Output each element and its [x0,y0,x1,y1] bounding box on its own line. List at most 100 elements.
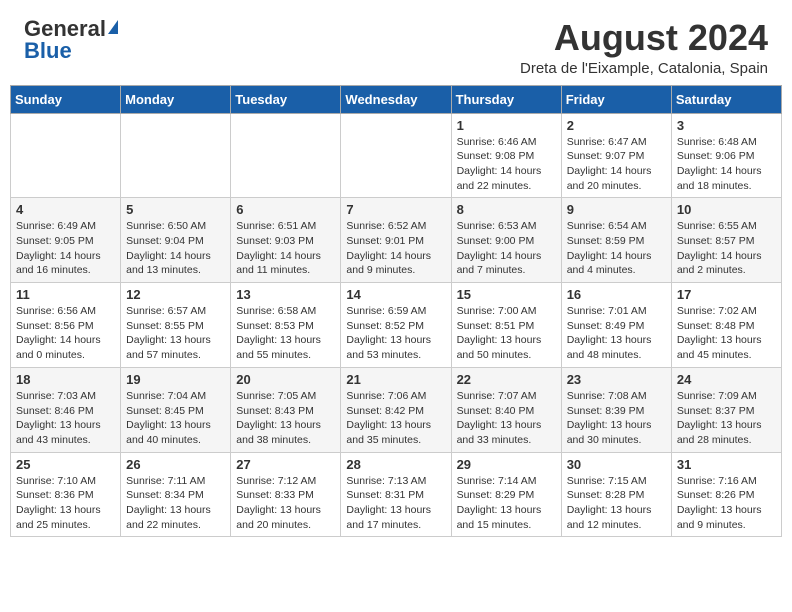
day-number: 1 [457,118,556,133]
calendar-day-cell: 14 Sunrise: 6:59 AM Sunset: 8:52 PM Dayli… [341,283,451,368]
calendar-day-cell: 21Sunrise: 7:06 AM Sunset: 8:42 PM Dayli… [341,367,451,452]
calendar-day-cell: 25 Sunrise: 7:10 AM Sunset: 8:36 PM Dayli… [11,452,121,537]
day-info: Sunrise: 6:48 AM Sunset: 9:06 PM Dayligh… [677,135,776,194]
day-info: Sunrise: 7:00 AM Sunset: 8:51 PM Dayligh… [457,304,556,363]
logo-blue-text: Blue [24,40,72,62]
calendar-day-cell: 13 Sunrise: 6:58 AM Sunset: 8:53 PM Dayli… [231,283,341,368]
logo-general-text: General [24,18,106,40]
weekday-header-sunday: Sunday [11,85,121,113]
day-number: 25 [16,457,115,472]
weekday-header-row: SundayMondayTuesdayWednesdayThursdayFrid… [11,85,782,113]
day-number: 13 [236,287,335,302]
day-info: Sunrise: 7:01 AM Sunset: 8:49 PM Dayligh… [567,304,666,363]
day-number: 19 [126,372,225,387]
page-header: General Blue August 2024 Dreta de l'Eixa… [0,0,792,85]
day-info: Sunrise: 7:02 AM Sunset: 8:48 PM Dayligh… [677,304,776,363]
day-number: 2 [567,118,666,133]
day-number: 8 [457,202,556,217]
day-info: Sunrise: 6:58 AM Sunset: 8:53 PM Dayligh… [236,304,335,363]
day-info: Sunrise: 7:15 AM Sunset: 8:28 PM Dayligh… [567,474,666,533]
calendar-day-cell: 11Sunrise: 6:56 AM Sunset: 8:56 PM Dayli… [11,283,121,368]
day-number: 4 [16,202,115,217]
day-info: Sunrise: 6:52 AM Sunset: 9:01 PM Dayligh… [346,219,445,278]
day-number: 31 [677,457,776,472]
month-title: August 2024 [520,18,768,58]
weekday-header-saturday: Saturday [671,85,781,113]
calendar-day-cell: 12Sunrise: 6:57 AM Sunset: 8:55 PM Dayli… [121,283,231,368]
day-number: 14 [346,287,445,302]
day-number: 10 [677,202,776,217]
day-number: 24 [677,372,776,387]
day-number: 17 [677,287,776,302]
calendar-day-cell: 4 Sunrise: 6:49 AM Sunset: 9:05 PM Daylig… [11,198,121,283]
day-number: 29 [457,457,556,472]
weekday-header-thursday: Thursday [451,85,561,113]
calendar-day-cell: 6Sunrise: 6:51 AM Sunset: 9:03 PM Daylig… [231,198,341,283]
logo-triangle-icon [108,20,118,34]
calendar-day-cell: 8 Sunrise: 6:53 AM Sunset: 9:00 PM Daylig… [451,198,561,283]
day-info: Sunrise: 7:11 AM Sunset: 8:34 PM Dayligh… [126,474,225,533]
day-number: 26 [126,457,225,472]
day-info: Sunrise: 6:53 AM Sunset: 9:00 PM Dayligh… [457,219,556,278]
calendar-day-cell: 24 Sunrise: 7:09 AM Sunset: 8:37 PM Dayli… [671,367,781,452]
calendar-day-cell: 20Sunrise: 7:05 AM Sunset: 8:43 PM Dayli… [231,367,341,452]
calendar-day-cell: 29 Sunrise: 7:14 AM Sunset: 8:29 PM Dayli… [451,452,561,537]
day-info: Sunrise: 7:16 AM Sunset: 8:26 PM Dayligh… [677,474,776,533]
weekday-header-tuesday: Tuesday [231,85,341,113]
day-number: 16 [567,287,666,302]
day-info: Sunrise: 7:12 AM Sunset: 8:33 PM Dayligh… [236,474,335,533]
calendar-day-cell: 16 Sunrise: 7:01 AM Sunset: 8:49 PM Dayli… [561,283,671,368]
day-number: 22 [457,372,556,387]
day-info: Sunrise: 6:56 AM Sunset: 8:56 PM Dayligh… [16,304,115,363]
weekday-header-monday: Monday [121,85,231,113]
day-info: Sunrise: 7:07 AM Sunset: 8:40 PM Dayligh… [457,389,556,448]
day-info: Sunrise: 7:14 AM Sunset: 8:29 PM Dayligh… [457,474,556,533]
calendar-day-cell: 23Sunrise: 7:08 AM Sunset: 8:39 PM Dayli… [561,367,671,452]
calendar-day-cell [121,113,231,198]
day-info: Sunrise: 6:50 AM Sunset: 9:04 PM Dayligh… [126,219,225,278]
day-info: Sunrise: 6:59 AM Sunset: 8:52 PM Dayligh… [346,304,445,363]
calendar-day-cell: 28 Sunrise: 7:13 AM Sunset: 8:31 PM Dayli… [341,452,451,537]
calendar-week-row: 11Sunrise: 6:56 AM Sunset: 8:56 PM Dayli… [11,283,782,368]
day-number: 28 [346,457,445,472]
calendar-day-cell: 18 Sunrise: 7:03 AM Sunset: 8:46 PM Dayli… [11,367,121,452]
day-number: 9 [567,202,666,217]
day-info: Sunrise: 6:47 AM Sunset: 9:07 PM Dayligh… [567,135,666,194]
day-info: Sunrise: 6:55 AM Sunset: 8:57 PM Dayligh… [677,219,776,278]
calendar-header: SundayMondayTuesdayWednesdayThursdayFrid… [11,85,782,113]
calendar-day-cell: 2 Sunrise: 6:47 AM Sunset: 9:07 PM Daylig… [561,113,671,198]
calendar-day-cell: 15 Sunrise: 7:00 AM Sunset: 8:51 PM Dayli… [451,283,561,368]
calendar-day-cell: 30 Sunrise: 7:15 AM Sunset: 8:28 PM Dayli… [561,452,671,537]
day-info: Sunrise: 7:13 AM Sunset: 8:31 PM Dayligh… [346,474,445,533]
day-number: 7 [346,202,445,217]
day-info: Sunrise: 6:49 AM Sunset: 9:05 PM Dayligh… [16,219,115,278]
day-info: Sunrise: 7:04 AM Sunset: 8:45 PM Dayligh… [126,389,225,448]
calendar-day-cell [341,113,451,198]
day-number: 3 [677,118,776,133]
day-number: 23 [567,372,666,387]
day-number: 30 [567,457,666,472]
day-info: Sunrise: 7:10 AM Sunset: 8:36 PM Dayligh… [16,474,115,533]
calendar-day-cell [11,113,121,198]
day-number: 18 [16,372,115,387]
calendar-day-cell: 27 Sunrise: 7:12 AM Sunset: 8:33 PM Dayli… [231,452,341,537]
calendar-day-cell: 3 Sunrise: 6:48 AM Sunset: 9:06 PM Daylig… [671,113,781,198]
day-number: 15 [457,287,556,302]
day-info: Sunrise: 7:05 AM Sunset: 8:43 PM Dayligh… [236,389,335,448]
day-number: 27 [236,457,335,472]
day-number: 12 [126,287,225,302]
day-info: Sunrise: 7:03 AM Sunset: 8:46 PM Dayligh… [16,389,115,448]
calendar-table: SundayMondayTuesdayWednesdayThursdayFrid… [10,85,782,538]
logo: General Blue [24,18,118,62]
calendar-day-cell: 17 Sunrise: 7:02 AM Sunset: 8:48 PM Dayli… [671,283,781,368]
calendar-day-cell: 1 Sunrise: 6:46 AM Sunset: 9:08 PM Daylig… [451,113,561,198]
calendar-day-cell: 10 Sunrise: 6:55 AM Sunset: 8:57 PM Dayli… [671,198,781,283]
calendar-day-cell: 22 Sunrise: 7:07 AM Sunset: 8:40 PM Dayli… [451,367,561,452]
weekday-header-wednesday: Wednesday [341,85,451,113]
calendar-week-row: 4 Sunrise: 6:49 AM Sunset: 9:05 PM Daylig… [11,198,782,283]
location-subtitle: Dreta de l'Eixample, Catalonia, Spain [520,60,768,77]
title-area: August 2024 Dreta de l'Eixample, Catalon… [520,18,768,77]
day-info: Sunrise: 6:46 AM Sunset: 9:08 PM Dayligh… [457,135,556,194]
calendar-week-row: 25 Sunrise: 7:10 AM Sunset: 8:36 PM Dayli… [11,452,782,537]
day-info: Sunrise: 7:09 AM Sunset: 8:37 PM Dayligh… [677,389,776,448]
